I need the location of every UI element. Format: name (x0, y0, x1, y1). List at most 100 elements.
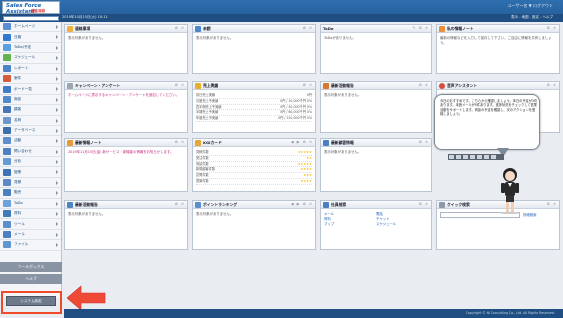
widget-title: 最新情報ノート (75, 139, 102, 145)
bubble-toolbar[interactable] (448, 154, 504, 160)
search-input[interactable] (3, 16, 59, 21)
activity-icon (67, 201, 73, 208)
widget-campaign: キャンペーン・アンケート ⚙ ✕ ホームページに表示するキャンペーン・アンケートを… (64, 81, 188, 133)
sidebar-item-label: 商談 (14, 96, 22, 101)
sidebar-item-label: メール (14, 232, 25, 236)
widget-tools-icon[interactable]: ⚙ ✕ (547, 202, 557, 206)
sidebar-toolbox[interactable]: ツールボックス (0, 262, 62, 272)
chevron-right-icon (56, 35, 58, 40)
row-value: ★★★★ (300, 167, 312, 172)
staff-link[interactable]: スケジュール (376, 222, 428, 227)
sidebar-item[interactable]: 販売 (0, 188, 61, 199)
sidebar-item-icon (3, 95, 11, 103)
mail-icon (195, 25, 201, 32)
sidebar-item-label: データベース (14, 128, 36, 133)
widget-title: ToDo (323, 26, 334, 31)
widget-tools-icon[interactable]: ✎ ⚙ ✕ (412, 26, 429, 30)
row-value: 0円 (306, 93, 312, 97)
date-info: 2019年10月15日(火) 10:11 (62, 15, 108, 19)
sidebar-item[interactable]: 日報 (0, 32, 61, 43)
widget-tools-icon[interactable]: ⚙ ✕ (547, 83, 557, 87)
chevron-right-icon (56, 212, 58, 217)
sidebar-item[interactable]: 顧客 (0, 105, 61, 116)
sidebar-item-label: 施策 (14, 169, 22, 174)
row-label: 月度売上予実績 (196, 98, 219, 103)
widget-tools-icon[interactable]: ⚙ ✕ (419, 140, 429, 144)
widget-body[interactable]: ホームページに表示するキャンペーン・アンケートを追加してください。 (65, 90, 187, 101)
sidebar-item-label: 日報 (14, 34, 22, 39)
search-icon (439, 201, 445, 208)
assistant-character-icon[interactable] (490, 166, 530, 214)
sidebar-item[interactable]: ボード一覧 (0, 84, 61, 95)
sidebar-item[interactable]: 施策 (0, 167, 61, 178)
row-label: 年度売上予実績 (196, 116, 219, 121)
sidebar-item-label: ToDo/予定 (14, 44, 32, 49)
sidebar-item-icon (3, 23, 11, 31)
widget-body: 表示対象がありません。 (196, 212, 234, 216)
chevron-right-icon (56, 25, 58, 29)
chevron-right-icon (56, 180, 58, 185)
row-value: ★★★★★ (297, 150, 312, 154)
row-label: 半期売上予実績 (196, 110, 219, 115)
sidebar-item[interactable]: スケジュール (0, 53, 61, 64)
sidebar-item[interactable]: 活動 (0, 136, 61, 147)
sidebar-item[interactable]: ToDo (0, 199, 61, 210)
widget-tools-icon[interactable]: ⚙ ✕ (175, 202, 185, 206)
staff-link[interactable]: マップ (324, 222, 376, 227)
sidebar-item[interactable]: ファイル (0, 240, 61, 251)
sidebar-item[interactable]: 見積 (0, 178, 61, 189)
widget-ranking: ポイントランキング ◀ ▶ ⚙ ✕ 表示対象がありません。 (192, 200, 316, 250)
sidebar-item[interactable]: データベース (0, 126, 61, 137)
row-label: 訪問件数 (196, 173, 209, 178)
sidebar-item[interactable]: 資料 (0, 209, 61, 220)
widget-body[interactable]: 2019年11月15日(金) 新サービス・新機能の情報をお知らせします。 (65, 147, 187, 158)
ranking-icon (195, 201, 201, 208)
sidebar-help[interactable]: ヘルプ (0, 274, 62, 284)
sidebar-item-label: 問い合わせ (14, 148, 32, 153)
widget-tools-icon[interactable]: ⚙ ✕ (303, 26, 313, 30)
sidebar-item-icon (3, 158, 11, 166)
sidebar-item[interactable]: 分析 (0, 157, 61, 168)
chevron-right-icon (56, 232, 58, 237)
sidebar-item-label: 活動 (14, 138, 22, 143)
widget-title: 私の情報ノート (447, 25, 474, 31)
sidebar-item[interactable]: 商談 (0, 95, 61, 106)
sidebar-item[interactable]: ツール (0, 219, 61, 230)
sub-bar: 2019年10月15日(火) 10:11 表示 - 地図 - 設定 - ヘルプ (0, 14, 563, 22)
sales-table: 前日売上実績 0円 月度売上予実績 0円 / 10,000千円 0% 四半期売上予実績 0… (193, 90, 315, 125)
widget-title: 売上実績 (203, 82, 219, 88)
sidebar-item[interactable]: メール (0, 230, 61, 241)
chevron-right-icon (56, 222, 58, 227)
sidebar-item-label: ToDo (14, 201, 23, 206)
user-menu[interactable]: ユーザー名 ▼ ログアウト (507, 3, 553, 9)
widget-tools-icon[interactable]: ⚙ ✕ (175, 140, 185, 144)
widget-tools-icon[interactable]: ⚙ ✕ (547, 26, 557, 30)
header-links[interactable]: 表示 - 地図 - 設定 - ヘルプ (511, 15, 553, 20)
row-value: 0円 / 60,000千円 0% (280, 110, 312, 115)
notice-icon (67, 25, 73, 32)
widget-tools-icon[interactable]: ◀ ▶ ⚙ ✕ (291, 140, 313, 144)
widget-tools-icon[interactable]: ⚙ ✕ (175, 26, 185, 30)
widget-tools-icon[interactable]: ⚙ ✕ (419, 202, 429, 206)
widget-tools-icon[interactable]: ⚙ ✕ (303, 83, 313, 87)
widget-tools-icon[interactable]: ◀ ▶ ⚙ ✕ (291, 202, 313, 206)
assistant-icon (439, 82, 445, 89)
chevron-right-icon (56, 170, 58, 175)
chevron-right-icon (56, 128, 58, 133)
widget-title: 最新顧客情報 (331, 139, 354, 145)
sidebar-item[interactable]: 問い合わせ (0, 147, 61, 158)
app-logo[interactable]: Sales Force Assistant 顧客深耕 (2, 1, 60, 15)
widget-tools-icon[interactable]: ⚙ ✕ (419, 83, 429, 87)
sidebar-item-label: スケジュール (14, 55, 36, 60)
sidebar-item[interactable]: 案件 (0, 74, 61, 85)
widget-tools-icon[interactable]: ⚙ ✕ (175, 83, 185, 87)
sidebar-item[interactable]: レポート (0, 64, 61, 74)
bubble-text: 今日のおすすめです。こちらから確認しましょう。本日の予定が3件あります。未読メー… (440, 99, 538, 117)
widget-kgi: KGIカード ◀ ▶ ⚙ ✕ 見積件数 ★★★★★ 受注件数 ★★ 商談件数 ★★★★★ 新規… (192, 138, 316, 192)
sidebar-item[interactable]: 名刺 (0, 116, 61, 126)
widget-body: 表示対象がありません。 (196, 36, 234, 40)
sidebar-item[interactable]: ホームページ (0, 22, 61, 33)
sidebar-item[interactable]: ToDo/予定 (0, 43, 61, 54)
row-label: 提案件数 (196, 178, 209, 183)
sidebar-item-icon (3, 210, 11, 218)
